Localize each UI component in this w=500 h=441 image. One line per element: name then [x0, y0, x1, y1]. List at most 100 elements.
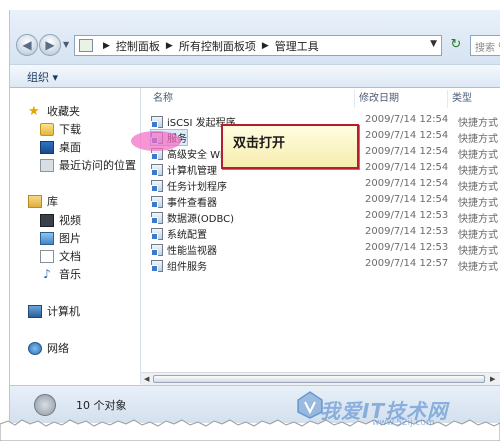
address-row: ◀ ▶ ▼ ▶ 控制面板 ▶ 所有控制面板项 ▶ 管理工具 ▼ ↻ 搜索 管 [10, 10, 500, 64]
annotation-callout: 双击打开 [221, 124, 359, 169]
odbc-icon [151, 211, 163, 224]
file-name: 高级安全 Wi [167, 150, 223, 161]
recent-pages-dropdown-icon[interactable]: ▼ [63, 40, 69, 49]
music-note-icon: ♪ [43, 266, 51, 281]
picture-icon [40, 231, 54, 245]
sidebar-item-desktop[interactable]: 桌面 [40, 138, 81, 156]
file-type: 快捷方式 [458, 214, 498, 225]
breadcrumb-separator-icon[interactable]: ▶ [262, 41, 269, 51]
sidebar-item-documents[interactable]: 文档 [40, 247, 81, 265]
file-type: 快捷方式 [458, 230, 498, 241]
sidebar-item-downloads[interactable]: 下载 [40, 120, 81, 138]
system-config-icon [151, 227, 163, 240]
desktop-icon [40, 140, 54, 154]
breadcrumb-control-panel[interactable]: 控制面板 [116, 38, 160, 54]
sidebar-item-label: 图片 [59, 232, 81, 245]
file-type: 快捷方式 [458, 166, 498, 177]
file-date: 2009/7/14 12:57 [365, 258, 449, 269]
search-input[interactable]: 搜索 管 [470, 35, 500, 56]
sidebar-item-pictures[interactable]: 图片 [40, 229, 81, 247]
file-date: 2009/7/14 12:54 [365, 178, 449, 189]
sidebar-item-computer[interactable]: 计算机 [28, 302, 80, 320]
file-date: 2009/7/14 12:54 [365, 162, 449, 173]
file-row[interactable]: 组件服务 2009/7/14 12:57 快捷方式 [151, 257, 500, 273]
file-row[interactable]: 性能监视器 2009/7/14 12:53 快捷方式 [151, 241, 500, 257]
refresh-icon: ↻ [450, 37, 462, 52]
control-panel-icon [79, 39, 93, 52]
download-folder-icon [40, 122, 54, 136]
forward-arrow-icon: ▶ [45, 38, 55, 52]
column-header-type[interactable]: 类型 [448, 90, 500, 108]
file-row[interactable]: 系统配置 2009/7/14 12:53 快捷方式 [151, 225, 500, 241]
breadcrumb-separator-icon[interactable]: ▶ [103, 41, 110, 51]
breadcrumb-admin-tools[interactable]: 管理工具 [275, 38, 319, 54]
address-dropdown-icon[interactable]: ▼ [430, 39, 437, 49]
scrollbar-thumb[interactable] [153, 375, 485, 383]
breadcrumb-all-items[interactable]: 所有控制面板项 [179, 38, 256, 54]
horizontal-scrollbar[interactable]: ◀ ▶ [141, 372, 500, 385]
video-icon [40, 213, 54, 227]
file-name: 任务计划程序 [167, 182, 227, 193]
file-name: 数据源(ODBC) [167, 214, 235, 225]
file-date: 2009/7/14 12:53 [365, 210, 449, 221]
computer-management-icon [151, 163, 163, 176]
document-icon [40, 249, 54, 263]
network-icon [28, 341, 42, 355]
file-type: 快捷方式 [458, 182, 498, 193]
refresh-button[interactable]: ↻ [446, 36, 466, 55]
file-name: 性能监视器 [167, 246, 217, 257]
file-row[interactable]: 数据源(ODBC) 2009/7/14 12:53 快捷方式 [151, 209, 500, 225]
watermark-url: www.52ij.com [372, 418, 435, 428]
sidebar-item-label: 最近访问的位置 [59, 159, 136, 172]
item-count: 10 个对象 [76, 399, 127, 412]
sidebar-item-label: 视频 [59, 214, 81, 227]
component-services-icon [151, 259, 163, 272]
sidebar-item-label: 音乐 [59, 268, 81, 281]
file-type: 快捷方式 [458, 198, 498, 209]
sidebar-item-libraries[interactable]: 库 [28, 192, 58, 210]
sidebar-item-favorites[interactable]: ★ 收藏夹 [28, 102, 80, 120]
sidebar-item-music[interactable]: ♪ 音乐 [40, 265, 81, 283]
file-name: 组件服务 [167, 262, 207, 273]
column-header-name[interactable]: 名称 [149, 90, 355, 108]
library-icon [28, 194, 42, 208]
file-name: 计算机管理 [167, 166, 217, 177]
file-row[interactable]: 任务计划程序 2009/7/14 12:54 快捷方式 [151, 177, 500, 193]
file-name: 系统配置 [167, 230, 207, 241]
back-arrow-icon: ◀ [22, 38, 32, 52]
file-date: 2009/7/14 12:54 [365, 194, 449, 205]
forward-button[interactable]: ▶ [39, 34, 61, 56]
shortcut-icon [151, 115, 163, 128]
sidebar-item-label: 下载 [59, 123, 81, 136]
sidebar-item-network[interactable]: 网络 [28, 339, 69, 357]
file-type: 快捷方式 [458, 134, 498, 145]
file-type: 快捷方式 [458, 246, 498, 257]
explorer-window: ◀ ▶ ▼ ▶ 控制面板 ▶ 所有控制面板项 ▶ 管理工具 ▼ ↻ 搜索 管 组… [9, 10, 500, 423]
command-bar: 组织 ▾ [10, 64, 500, 88]
file-type: 快捷方式 [458, 150, 498, 161]
sidebar-item-label: 收藏夹 [47, 105, 80, 118]
file-date: 2009/7/14 12:54 [365, 130, 449, 141]
column-header-date[interactable]: 修改日期 [355, 90, 448, 108]
scroll-right-icon[interactable]: ▶ [490, 375, 495, 383]
breadcrumb-separator-icon[interactable]: ▶ [166, 41, 173, 51]
admin-tools-icon [34, 394, 56, 416]
file-type: 快捷方式 [458, 118, 498, 129]
performance-monitor-icon [151, 243, 163, 256]
sidebar-item-recent-places[interactable]: 最近访问的位置 [40, 156, 136, 174]
recent-places-icon [40, 158, 54, 172]
scroll-left-icon[interactable]: ◀ [144, 375, 149, 383]
file-row[interactable]: 事件查看器 2009/7/14 12:54 快捷方式 [151, 193, 500, 209]
address-bar[interactable]: ▶ 控制面板 ▶ 所有控制面板项 ▶ 管理工具 ▼ [74, 35, 442, 56]
back-button[interactable]: ◀ [16, 34, 38, 56]
file-type: 快捷方式 [458, 262, 498, 273]
star-icon: ★ [28, 103, 40, 119]
sidebar-item-label: 桌面 [59, 141, 81, 154]
sidebar-item-videos[interactable]: 视频 [40, 211, 81, 229]
computer-icon [28, 304, 42, 318]
organize-button[interactable]: 组织 ▾ [27, 69, 58, 85]
sidebar-item-label: 文档 [59, 250, 81, 263]
sidebar-item-label: 库 [47, 195, 58, 208]
navigation-pane: ★ 收藏夹 下载 桌面 最近访问的位置 库 视频 图片 文档 ♪ 音乐 计算机 … [10, 88, 141, 384]
sidebar-item-label: 网络 [47, 342, 69, 355]
